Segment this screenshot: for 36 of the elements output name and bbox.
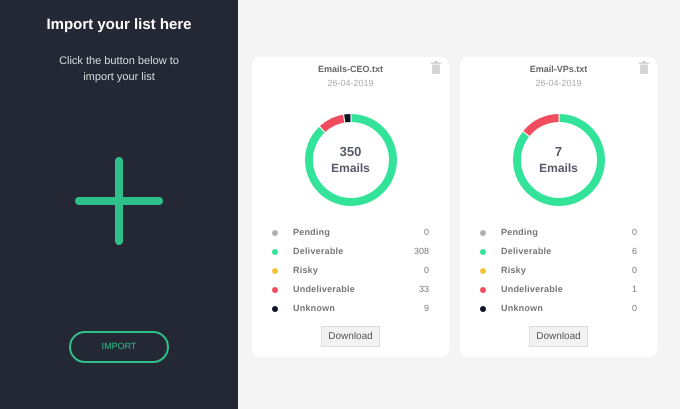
status-label: Risky xyxy=(293,264,318,278)
status-count: 33 xyxy=(418,283,429,296)
file-name: Email-VPs.txt xyxy=(530,63,588,76)
download-button[interactable]: Download xyxy=(321,326,380,347)
email-total: 350 xyxy=(340,144,362,161)
status-label: Deliverable xyxy=(293,245,344,258)
file-name: Emails-CEO.txt xyxy=(318,63,384,76)
import-title: Import your list here xyxy=(46,15,192,35)
file-date: 26-04-2019 xyxy=(535,76,582,90)
status-count: 0 xyxy=(424,226,429,240)
status-count: 9 xyxy=(424,302,429,316)
download-button[interactable]: Download xyxy=(529,326,588,347)
status-count: 0 xyxy=(632,302,637,316)
import-button[interactable]: IMPORT xyxy=(69,330,169,362)
status-count: 0 xyxy=(632,264,637,278)
status-count: 0 xyxy=(632,226,637,240)
trash-icon[interactable] xyxy=(639,61,649,74)
status-label: Pending xyxy=(501,226,538,240)
import-instructions: Click the button below to import your list xyxy=(58,54,180,84)
status-label: Deliverable xyxy=(501,245,552,258)
plus-icon[interactable] xyxy=(75,156,163,244)
status-label: Unknown xyxy=(501,302,544,316)
status-count: 6 xyxy=(632,245,637,258)
status-count: 1 xyxy=(632,283,637,296)
email-total-label: Emails xyxy=(331,160,370,176)
status-label: Unknown xyxy=(293,302,336,316)
status-label: Undeliverable xyxy=(501,283,563,296)
status-label: Undeliverable xyxy=(293,283,355,296)
status-count: 0 xyxy=(424,264,429,278)
trash-icon[interactable] xyxy=(431,61,441,74)
status-label: Pending xyxy=(293,226,330,240)
status-label: Risky xyxy=(501,264,526,278)
email-total-label: Emails xyxy=(539,160,578,176)
status-count: 308 xyxy=(414,245,429,258)
email-total: 7 xyxy=(554,144,562,161)
file-date: 26-04-2019 xyxy=(327,76,374,90)
